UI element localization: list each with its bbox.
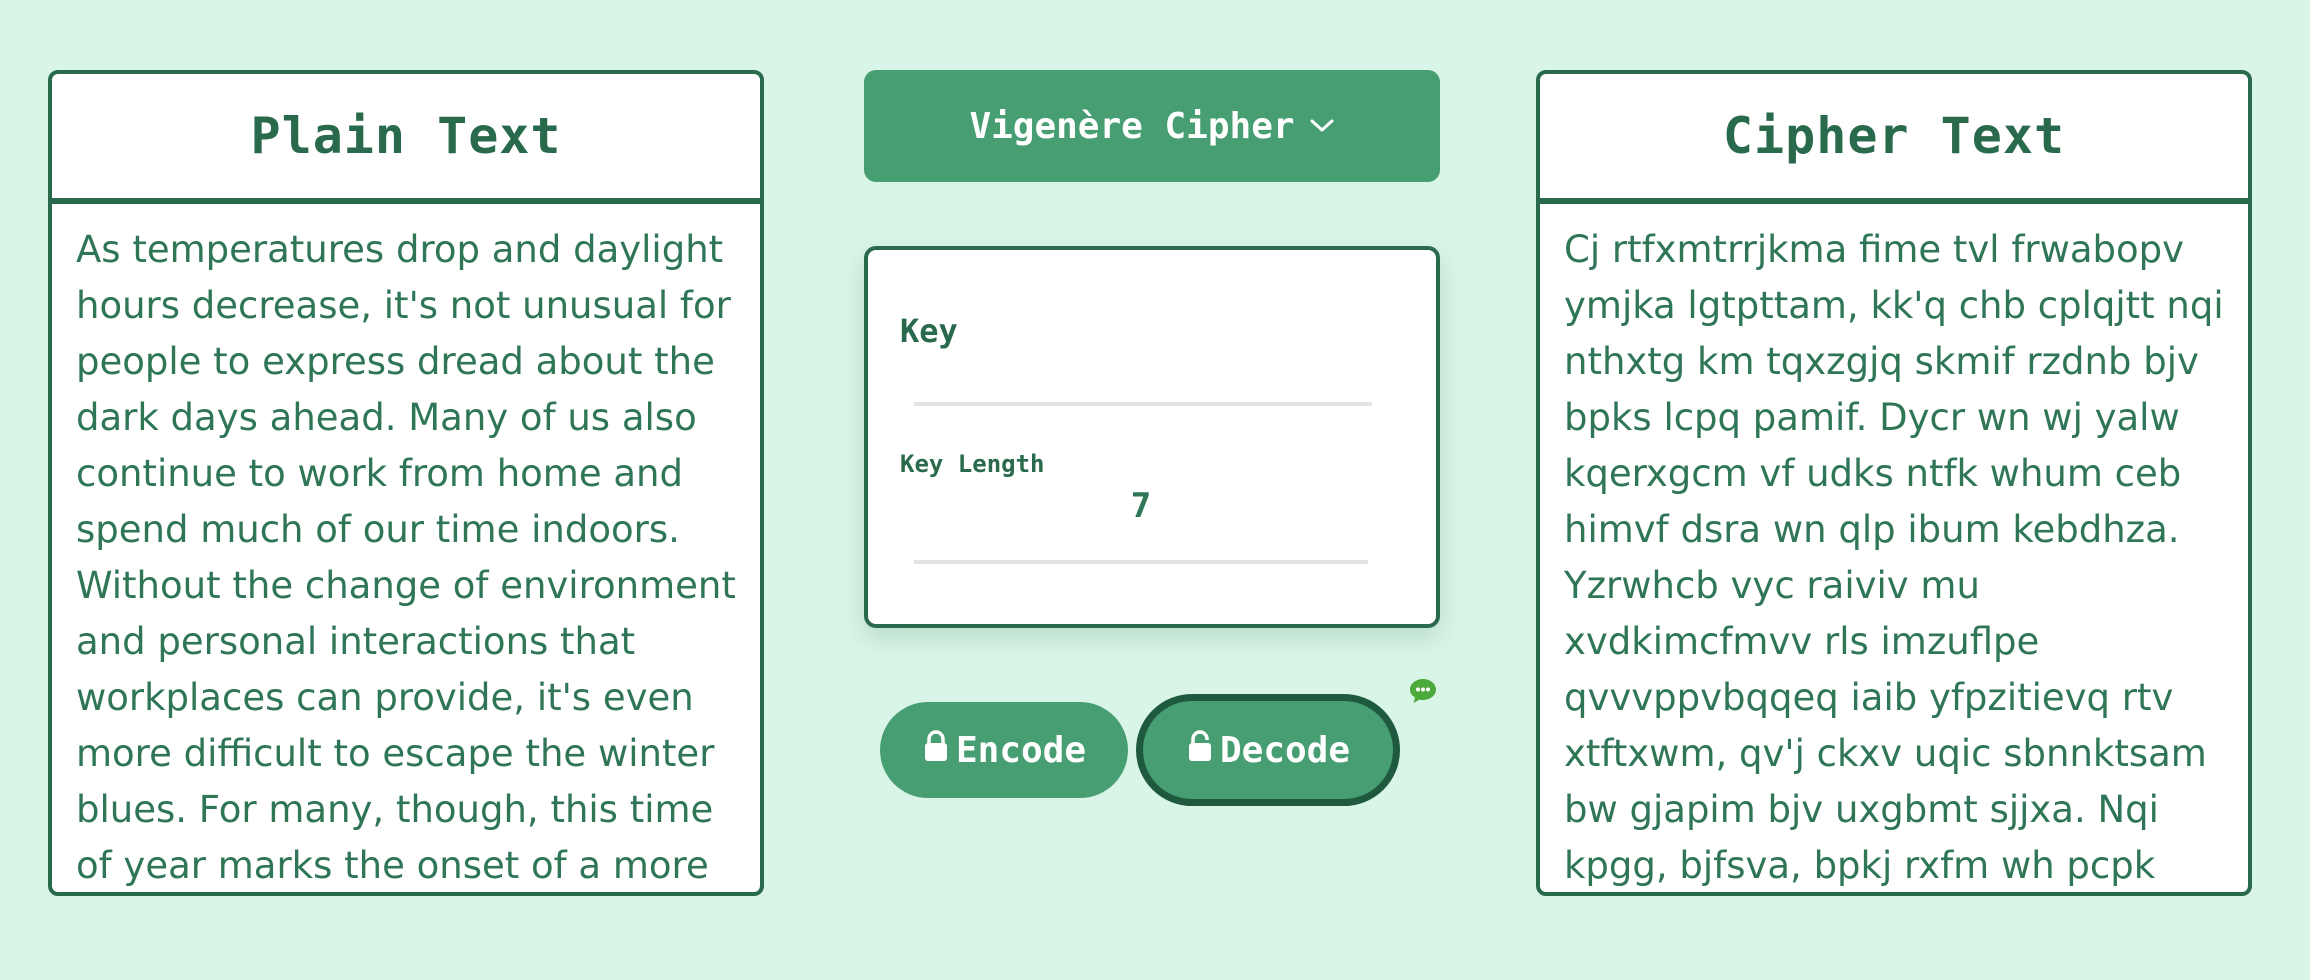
plain-text-area[interactable]: As temperatures drop and daylight hours … (52, 204, 760, 892)
cipher-text-title: Cipher Text (1722, 107, 2066, 165)
key-length-underline (914, 560, 1368, 564)
unlock-icon (1186, 729, 1214, 772)
cipher-type-dropdown[interactable]: Vigenère Cipher (864, 70, 1440, 182)
plain-text-title: Plain Text (250, 107, 562, 165)
plain-text-panel: Plain Text As temperatures drop and dayl… (48, 70, 764, 896)
decode-label: Decode (1219, 729, 1351, 771)
key-length-label: Key Length (900, 450, 1045, 478)
cipher-text-panel: Cipher Text Cj rtfxmtrrjkma fime tvl frw… (1536, 70, 2252, 896)
encode-label: Encode (955, 729, 1087, 771)
chat-icon[interactable] (1408, 676, 1438, 711)
cipher-type-label: Vigenère Cipher (969, 105, 1295, 147)
key-length-input[interactable]: 7 (914, 486, 1368, 526)
key-settings-card: Key Key Length 7 (864, 246, 1440, 628)
key-input[interactable] (914, 366, 1372, 406)
key-label: Key (900, 312, 958, 350)
encode-button[interactable]: Encode (880, 702, 1128, 798)
plain-text-header: Plain Text (52, 74, 760, 204)
cipher-text-header: Cipher Text (1540, 74, 2248, 204)
decode-button[interactable]: Decode (1136, 694, 1400, 806)
chevron-down-icon (1309, 118, 1335, 134)
lock-icon (922, 729, 950, 772)
cipher-text-area[interactable]: Cj rtfxmtrrjkma fime tvl frwabopv ymjka … (1540, 204, 2248, 892)
